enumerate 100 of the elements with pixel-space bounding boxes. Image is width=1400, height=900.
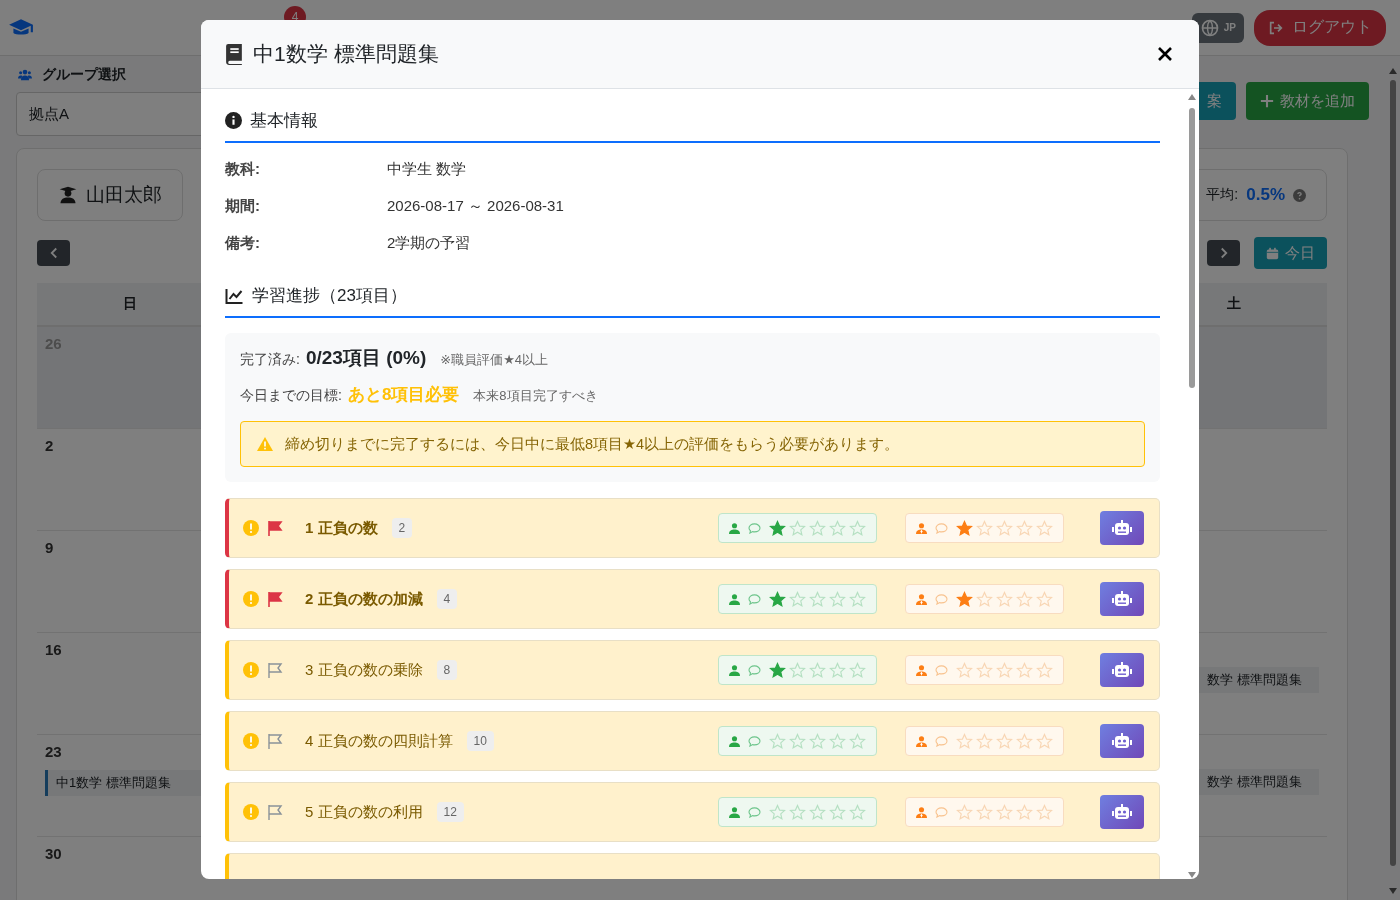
robot-icon [1112,662,1132,678]
staff-rating[interactable] [905,513,1064,543]
task-title[interactable]: 4 正負の数の四則計算 [305,731,453,751]
robot-button[interactable] [1100,724,1144,758]
completed-label: 完了済み: [240,351,300,369]
star-icon[interactable] [769,519,786,537]
filled-flag-icon[interactable] [267,520,283,536]
task-title[interactable]: 3 正負の数の乗除 [305,660,423,680]
scrollbar[interactable] [1388,66,1398,896]
task-title[interactable]: 1 正負の数 [305,518,378,538]
outline-flag-icon[interactable] [267,662,283,678]
info-value: 中学生 数学 [387,160,467,179]
date-number: 30 [45,845,62,862]
star-icon[interactable] [769,661,786,679]
comment-icon[interactable] [748,806,761,818]
completed-value: 0/23項目 (0%) [305,346,427,370]
exclamation-icon [243,591,259,607]
count-badge: 4 [436,589,458,609]
comment-icon[interactable] [748,735,761,747]
robot-button[interactable] [1100,795,1144,829]
star-icon[interactable] [769,590,786,608]
calendar-event[interactable]: 数学 標準問題集 [1199,769,1319,795]
robot-button[interactable] [1100,653,1144,687]
comment-icon[interactable] [935,664,948,676]
info-value: 2学期の予習 [387,234,471,253]
users-icon [16,68,34,82]
person-icon [729,522,740,534]
comment-icon[interactable] [935,735,948,747]
robot-button[interactable] [1100,582,1144,616]
logout-button[interactable]: ログアウト [1254,9,1386,46]
comment-icon[interactable] [935,522,948,534]
line-chart-icon [225,287,244,304]
task-title[interactable]: 5 正負の数の利用 [305,802,423,822]
previous-button[interactable] [37,240,70,266]
modal-title: 中1数学 標準問題集 [253,41,439,67]
person-icon [729,593,740,605]
robot-button[interactable] [1100,511,1144,545]
comment-icon[interactable] [748,664,761,676]
calendar-day-cell[interactable]: 数学 標準問題集 [1141,735,1327,836]
language-button[interactable]: JP [1191,12,1244,43]
book-icon [226,43,243,65]
date-number: 16 [45,641,62,658]
info-label: 教科: [225,160,261,179]
star-icon[interactable] [956,519,973,537]
calendar-icon [1266,246,1279,260]
group-label: グループ選択 [42,66,126,84]
exclamation-icon [243,733,259,749]
help-icon[interactable] [1293,188,1306,202]
exclamation-icon [243,804,259,820]
outline-flag-icon[interactable] [267,804,283,820]
person-icon [729,806,740,818]
filled-flag-icon[interactable] [267,591,283,607]
robot-icon [1112,520,1132,536]
average-label: 平均: [1206,186,1239,204]
person-icon [729,664,740,676]
student-rating[interactable] [718,726,877,756]
average-value: 0.5% [1246,185,1285,205]
student-rating[interactable] [718,513,877,543]
sign-out-icon [1268,19,1284,36]
today-button[interactable]: 今日 [1254,237,1327,269]
target-value: あと8項目必要 [347,384,460,406]
star-icon[interactable] [956,590,973,608]
comment-icon[interactable] [748,522,761,534]
comment-icon[interactable] [935,806,948,818]
task-title[interactable]: 2 正負の数の加減 [305,589,423,609]
student-name: 山田太郎 [86,183,162,207]
comment-icon[interactable] [748,593,761,605]
info-label: 期間: [225,197,261,216]
target-note: 本来8項目完了すべき [473,387,598,405]
info-label: 備考: [225,234,261,253]
count-badge: 8 [436,660,458,680]
student-rating[interactable] [718,584,877,614]
count-badge: 10 [466,731,494,751]
calendar-day-cell[interactable]: 数学 標準問題集 [1141,633,1327,734]
student-icon [58,185,78,205]
staff-icon [916,593,927,605]
staff-icon [916,735,927,747]
staff-icon [916,664,927,676]
robot-icon [1112,804,1132,820]
exclamation-icon [243,662,259,678]
plus-icon [1260,94,1274,108]
completed-note: ※職員評価★4以上 [440,351,549,369]
outline-flag-icon[interactable] [267,733,283,749]
staff-rating[interactable] [905,726,1064,756]
close-icon[interactable] [1157,46,1173,62]
staff-rating[interactable] [905,655,1064,685]
add-material-button[interactable]: 教材を追加 [1246,82,1369,120]
calendar-event[interactable]: 数学 標準問題集 [1199,667,1319,693]
next-button[interactable] [1207,240,1240,266]
scrollbar[interactable] [1187,92,1197,879]
staff-rating[interactable] [905,797,1064,827]
student-rating[interactable] [718,655,877,685]
warning-icon [257,437,273,451]
target-label: 今日までの目標: [240,387,342,405]
date-number: 9 [45,539,54,556]
student-rating[interactable] [718,797,877,827]
info-icon [225,112,242,129]
comment-icon[interactable] [935,593,948,605]
staff-rating[interactable] [905,584,1064,614]
date-number: 2 [45,437,54,454]
